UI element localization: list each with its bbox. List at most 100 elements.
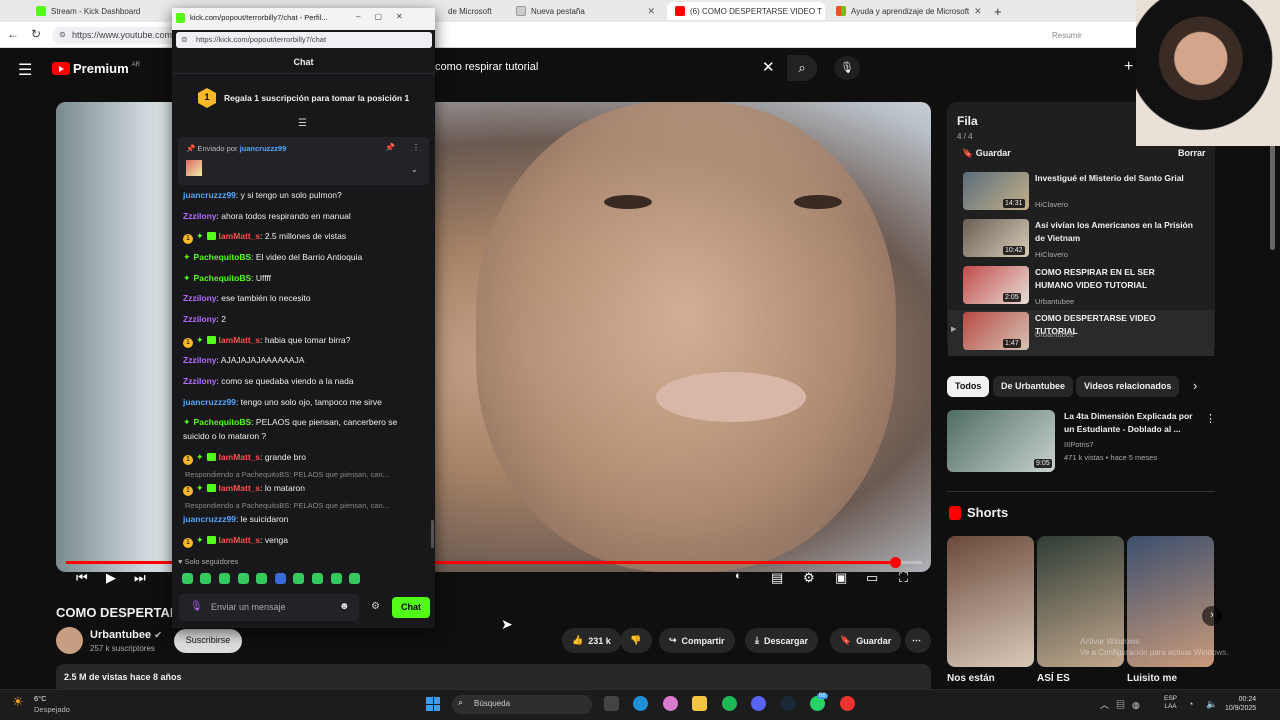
short-title[interactable]: Nos están — [947, 673, 995, 684]
share-button[interactable]: ↪ Compartir — [659, 628, 735, 653]
spotify-icon[interactable] — [722, 696, 737, 711]
chat-username[interactable]: IamMatt_s — [219, 483, 261, 493]
volume-icon[interactable]: 🔈 — [1206, 699, 1217, 710]
create-icon[interactable]: + — [1124, 58, 1133, 76]
chat-username[interactable]: PachequitoBS — [194, 273, 252, 283]
voice-search-button[interactable]: 🎙 — [834, 56, 860, 80]
window-controls[interactable]: –▢✕ — [356, 12, 417, 21]
emote-icon[interactable] — [349, 573, 360, 584]
weather-icon[interactable]: ☀ — [12, 694, 24, 710]
emote-icon[interactable] — [256, 573, 267, 584]
system-tray-icons[interactable]: ︿▤◍ — [1100, 698, 1147, 711]
tab-microsoft-help[interactable]: Ayuda y aprendizaje de Microsoft ✕ — [828, 2, 983, 20]
chat-username[interactable]: Zzzilony — [183, 314, 217, 324]
gear-icon[interactable]: ⚙ — [371, 601, 380, 612]
chat-username[interactable]: IamMatt_s — [219, 231, 261, 241]
previous-icon[interactable]: ⏮ — [76, 570, 88, 586]
emoji-icon[interactable]: ☻ — [339, 601, 350, 612]
site-info-icon[interactable]: ⊜ — [181, 35, 188, 44]
kick-url-field[interactable]: https://kick.com/popout/terrorbilly7/cha… — [176, 32, 432, 48]
settings-icon[interactable]: ⚙ — [803, 570, 815, 586]
chat-username[interactable]: juancruzzz99 — [183, 397, 236, 407]
chat-username[interactable]: IamMatt_s — [219, 335, 261, 345]
language-indicator[interactable]: ESP LAA — [1164, 695, 1177, 711]
chat-input[interactable]: Enviar un mensaje — [179, 594, 359, 621]
sub-goal-text[interactable]: Regala 1 suscripción para tomar la posic… — [224, 93, 409, 103]
avatar[interactable] — [56, 627, 83, 654]
discord-icon[interactable] — [751, 696, 766, 711]
menu-icon[interactable]: ☰ — [18, 60, 32, 80]
chat-username[interactable]: IamMatt_s — [219, 452, 261, 462]
fullscreen-icon[interactable]: ⛶ — [899, 570, 908, 586]
emote-icon[interactable] — [293, 573, 304, 584]
send-chat-button[interactable]: Chat — [392, 597, 430, 618]
subscribe-button[interactable]: Suscribirse — [174, 629, 242, 653]
emote-icon[interactable] — [182, 573, 193, 584]
queue-item[interactable]: 2:05 COMO RESPIRAR EN EL SER HUMANO VIDE… — [948, 264, 1214, 310]
chip-videos-relacionados[interactable]: Videos relacionados — [1076, 376, 1180, 397]
edge-icon[interactable] — [633, 696, 648, 711]
queue-clear-button[interactable]: Borrar — [1178, 148, 1206, 158]
channel-name[interactable]: Urbantubee ✔ — [90, 629, 162, 641]
taskbar-search[interactable]: Búsqueda — [452, 695, 592, 714]
reply-context[interactable]: Respondiendo a PachequitoBS: PELAOS que … — [185, 501, 425, 510]
like-button[interactable]: 👍 231 k — [562, 628, 621, 653]
queue-item[interactable]: 14:31 Investigué el Misterio del Santo G… — [948, 170, 1214, 216]
site-info-icon[interactable]: ⊜ — [59, 30, 66, 39]
short-title[interactable]: ASÍ ES — [1037, 673, 1070, 684]
reload-icon[interactable]: ↻ — [31, 27, 41, 41]
theater-icon[interactable]: ▭ — [866, 570, 878, 586]
more-actions-button[interactable]: ⋯ — [905, 628, 931, 653]
miniplayer-icon[interactable]: ▣ — [835, 570, 847, 586]
subtitles-icon[interactable]: ▤ — [771, 570, 783, 586]
short-thumbnail[interactable] — [947, 536, 1034, 667]
emote-icon[interactable] — [238, 573, 249, 584]
app-icon[interactable] — [840, 696, 855, 711]
chat-username[interactable]: PachequitoBS — [194, 252, 252, 262]
scrubber-handle[interactable] — [890, 557, 901, 568]
pin-icon[interactable]: 📌 — [385, 143, 395, 152]
close-icon[interactable]: ✕ — [974, 6, 982, 17]
search-input[interactable]: como respirar tutorial — [432, 55, 784, 81]
task-view-icon[interactable] — [604, 696, 619, 711]
chat-username[interactable]: Zzzilony — [183, 211, 217, 221]
queue-item[interactable]: 10:42 Así vivían los Americanos en la Pr… — [948, 217, 1214, 263]
tab-kick-dashboard[interactable]: Stream - Kick Dashboard — [28, 2, 178, 20]
save-button[interactable]: 🔖 Guardar — [830, 628, 902, 653]
reply-context[interactable]: Respondiendo a PachequitoBS: PELAOS que … — [185, 470, 425, 479]
emote-icon[interactable] — [331, 573, 342, 584]
chat-username[interactable]: Zzzilony — [183, 376, 217, 386]
clock[interactable]: 00:24 10/9/2025 — [1225, 695, 1256, 713]
windows-start-icon[interactable] — [426, 697, 440, 711]
tab-youtube[interactable]: (6) COMO DESPERTARSE VIDEO T ✕ — [667, 2, 825, 20]
chat-scrollbar[interactable] — [431, 520, 434, 548]
emote-icon[interactable] — [200, 573, 211, 584]
recommended-channel[interactable]: IIIPotris7 — [1064, 440, 1094, 449]
more-vertical-icon[interactable]: ⋮ — [1205, 412, 1216, 425]
chat-username[interactable]: Zzzilony — [183, 355, 217, 365]
emote-icon[interactable] — [275, 573, 286, 584]
play-icon[interactable]: ▶ — [106, 570, 116, 586]
dislike-button[interactable]: 👎 — [620, 628, 652, 653]
wifi-icon[interactable]: ◔ — [1188, 699, 1193, 709]
collapse-icon[interactable]: ☰ — [298, 118, 307, 129]
weather-temp[interactable]: 6°C — [34, 694, 47, 703]
autoplay-toggle-icon[interactable]: ◐ — [735, 570, 742, 582]
download-button[interactable]: ⤓ Descargar — [745, 628, 819, 653]
chip-todos[interactable]: Todos — [947, 376, 990, 397]
chip-de-urbantubee[interactable]: De Urbantubee — [993, 376, 1074, 397]
more-vertical-icon[interactable]: ⋮ — [412, 143, 420, 152]
new-tab-button[interactable]: + — [986, 2, 1006, 20]
chevron-down-icon[interactable]: ⌄ — [411, 165, 418, 174]
summarize-button[interactable]: Resumir — [1052, 31, 1082, 40]
microphone-icon[interactable]: 🎙 — [190, 601, 203, 612]
file-explorer-icon[interactable] — [692, 696, 707, 711]
chat-username[interactable]: juancruzzz99 — [183, 190, 236, 200]
chat-username[interactable]: juancruzzz99 — [183, 514, 236, 524]
chat-username[interactable]: Zzzilony — [183, 293, 217, 303]
tab-microsoft[interactable]: de Microsoft — [440, 2, 505, 20]
chevron-right-icon[interactable]: › — [1193, 378, 1197, 393]
steam-icon[interactable] — [781, 696, 796, 711]
next-icon[interactable]: ⏭ — [134, 570, 146, 586]
clear-search-icon[interactable]: ✕ — [762, 58, 775, 76]
